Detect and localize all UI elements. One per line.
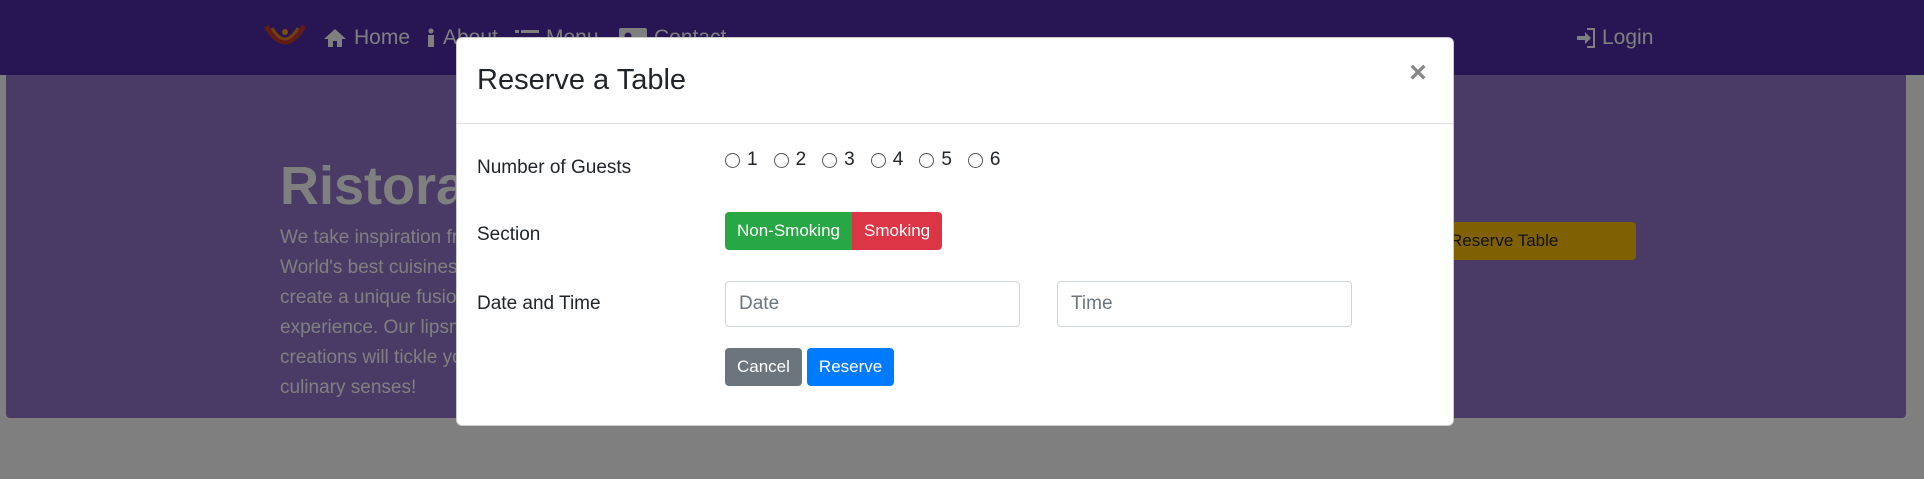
- guest-option-1[interactable]: 1: [725, 149, 758, 171]
- guest-option-2[interactable]: 2: [773, 149, 807, 171]
- guest-option-label: 1: [747, 149, 758, 170]
- section-toggle-group: Non-Smoking Smoking: [725, 212, 943, 250]
- guest-option-3[interactable]: 3: [822, 149, 855, 171]
- guest-option-label: 4: [892, 149, 904, 170]
- guest-option-6[interactable]: 6: [967, 149, 1001, 171]
- date-input[interactable]: Date: [725, 281, 1020, 327]
- guest-option-label: 3: [844, 149, 855, 170]
- modal-header: Reserve a Table ×: [457, 38, 1453, 124]
- radio-button[interactable]: [773, 152, 789, 168]
- time-input[interactable]: Time: [1057, 281, 1352, 327]
- guests-radio-group: 1 2 3 4 5 6: [725, 149, 1000, 171]
- guest-option-5[interactable]: 5: [919, 149, 952, 171]
- radio-button[interactable]: [919, 152, 935, 168]
- reserve-table-modal: Reserve a Table × Number of Guests 1 2 3…: [456, 37, 1454, 426]
- guest-option-4[interactable]: 4: [870, 149, 904, 171]
- guest-option-label: 5: [941, 149, 952, 170]
- datetime-label: Date and Time: [477, 293, 601, 314]
- guests-label: Number of Guests: [477, 157, 632, 178]
- cancel-button[interactable]: Cancel: [725, 348, 802, 386]
- guest-option-label: 2: [795, 149, 807, 170]
- non-smoking-button[interactable]: Non-Smoking: [725, 212, 852, 250]
- reserve-button[interactable]: Reserve: [806, 348, 895, 386]
- section-label: Section: [477, 224, 541, 245]
- radio-button[interactable]: [725, 152, 740, 168]
- smoking-button[interactable]: Smoking: [852, 212, 943, 250]
- modal-footer-buttons: Cancel Reserve: [725, 348, 895, 386]
- radio-button[interactable]: [967, 152, 983, 168]
- close-icon[interactable]: ×: [1403, 58, 1433, 88]
- modal-title: Reserve a Table: [477, 64, 687, 96]
- guest-option-label: 6: [989, 149, 1001, 170]
- radio-button[interactable]: [870, 152, 886, 168]
- radio-button[interactable]: [822, 152, 838, 168]
